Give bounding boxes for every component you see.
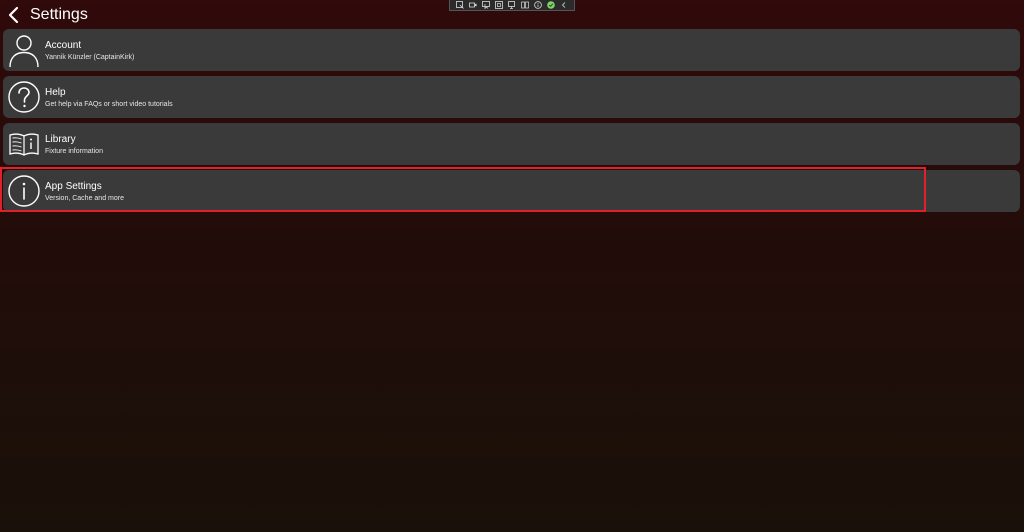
binding-icon[interactable] (521, 1, 529, 9)
info-circle-icon (8, 175, 40, 207)
question-circle-icon (8, 81, 40, 113)
settings-item-label: Help (45, 87, 66, 98)
settings-item-subtitle: Get help via FAQs or short video tutoria… (45, 101, 173, 108)
settings-item-label: Library (45, 134, 76, 145)
settings-item-subtitle: Fixture information (45, 148, 103, 155)
settings-item-app-settings[interactable]: App Settings Version, Cache and more (3, 170, 1020, 212)
video-icon[interactable] (468, 1, 477, 9)
settings-item-library[interactable]: Library Fixture information (3, 123, 1020, 165)
debug-toolbar (449, 0, 575, 11)
back-button[interactable] (5, 5, 23, 25)
settings-item-subtitle: Version, Cache and more (45, 195, 124, 202)
select-element-icon[interactable] (455, 1, 464, 9)
book-icon (9, 133, 39, 156)
chevron-left-icon (8, 6, 19, 24)
layout-icon[interactable] (494, 1, 503, 9)
settings-item-label: App Settings (45, 181, 102, 192)
page-title: Settings (30, 6, 88, 23)
user-icon (9, 35, 39, 67)
settings-list: Account Yannik Künzler (CaptainKirk) Hel… (3, 29, 1020, 217)
settings-item-label: Account (45, 40, 82, 51)
settings-item-help[interactable]: Help Get help via FAQs or short video tu… (3, 76, 1020, 118)
check-icon[interactable] (547, 1, 556, 9)
collapse-icon[interactable] (560, 1, 568, 9)
info-icon[interactable] (534, 1, 543, 9)
settings-item-subtitle: Yannik Künzler (CaptainKirk) (45, 54, 135, 61)
inspect-icon[interactable] (508, 1, 516, 9)
settings-item-account[interactable]: Account Yannik Künzler (CaptainKirk) (3, 29, 1020, 71)
pointer-icon[interactable] (481, 1, 490, 9)
